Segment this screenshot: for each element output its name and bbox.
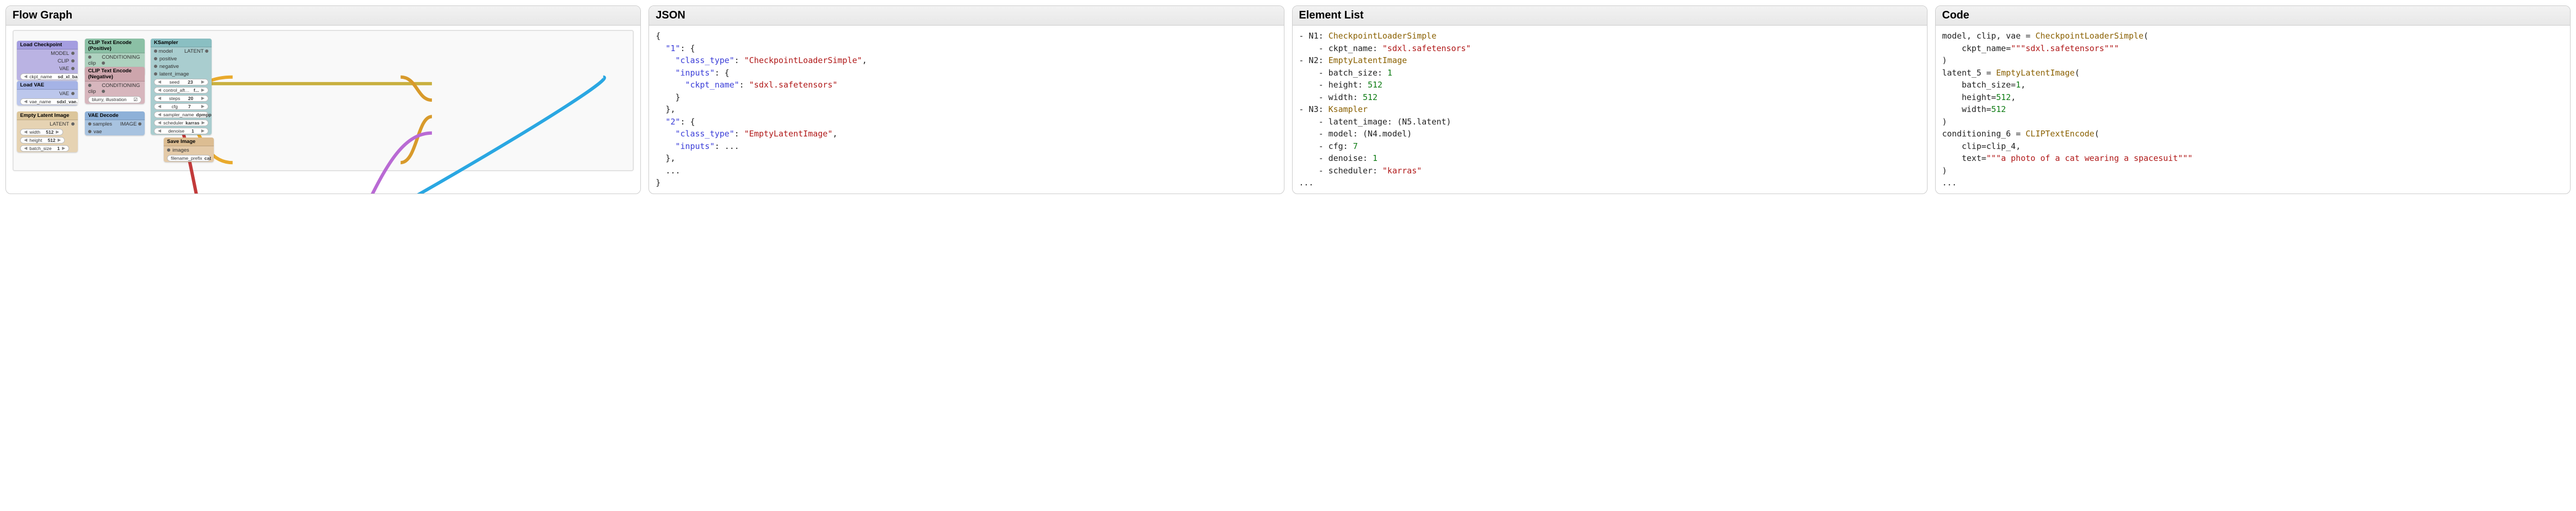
node-save-image[interactable]: Save Image images filename_prefixcat	[164, 138, 214, 162]
json-title: JSON	[649, 6, 1283, 26]
element-list-panel: Element List - N1: CheckpointLoaderSimpl…	[1292, 5, 1928, 194]
code-code: model, clip, vae = CheckpointLoaderSimpl…	[1942, 30, 2563, 189]
element-list-title: Element List	[1293, 6, 1927, 26]
node-vae-decode[interactable]: VAE Decode samplesIMAGE vae	[85, 111, 145, 135]
node-ksampler[interactable]: KSampler modelLATENT positive negative l…	[151, 39, 212, 135]
json-panel: JSON { "1": { "class_type": "CheckpointL…	[648, 5, 1284, 194]
node-load-checkpoint[interactable]: Load Checkpoint MODEL CLIP VAE ◀ ckpt_na…	[17, 41, 78, 80]
node-encode-negative[interactable]: CLIP Text Encode (Negative) clipCONDITIO…	[85, 67, 145, 104]
flow-graph-title: Flow Graph	[6, 6, 640, 26]
node-empty-latent[interactable]: Empty Latent Image LATENT ◀ width 512 ▶ …	[17, 111, 78, 152]
code-title: Code	[1936, 6, 2570, 26]
element-list-code: - N1: CheckpointLoaderSimple - ckpt_name…	[1299, 30, 1920, 189]
code-panel: Code model, clip, vae = CheckpointLoader…	[1935, 5, 2571, 194]
flow-graph-panel: Flow Graph	[5, 5, 641, 194]
flow-graph-canvas[interactable]: Load Checkpoint MODEL CLIP VAE ◀ ckpt_na…	[13, 30, 634, 171]
json-code: { "1": { "class_type": "CheckpointLoader…	[656, 30, 1277, 189]
node-load-vae[interactable]: Load VAE VAE ◀ vae_name sdxl_vae.s... ▶	[17, 81, 78, 105]
